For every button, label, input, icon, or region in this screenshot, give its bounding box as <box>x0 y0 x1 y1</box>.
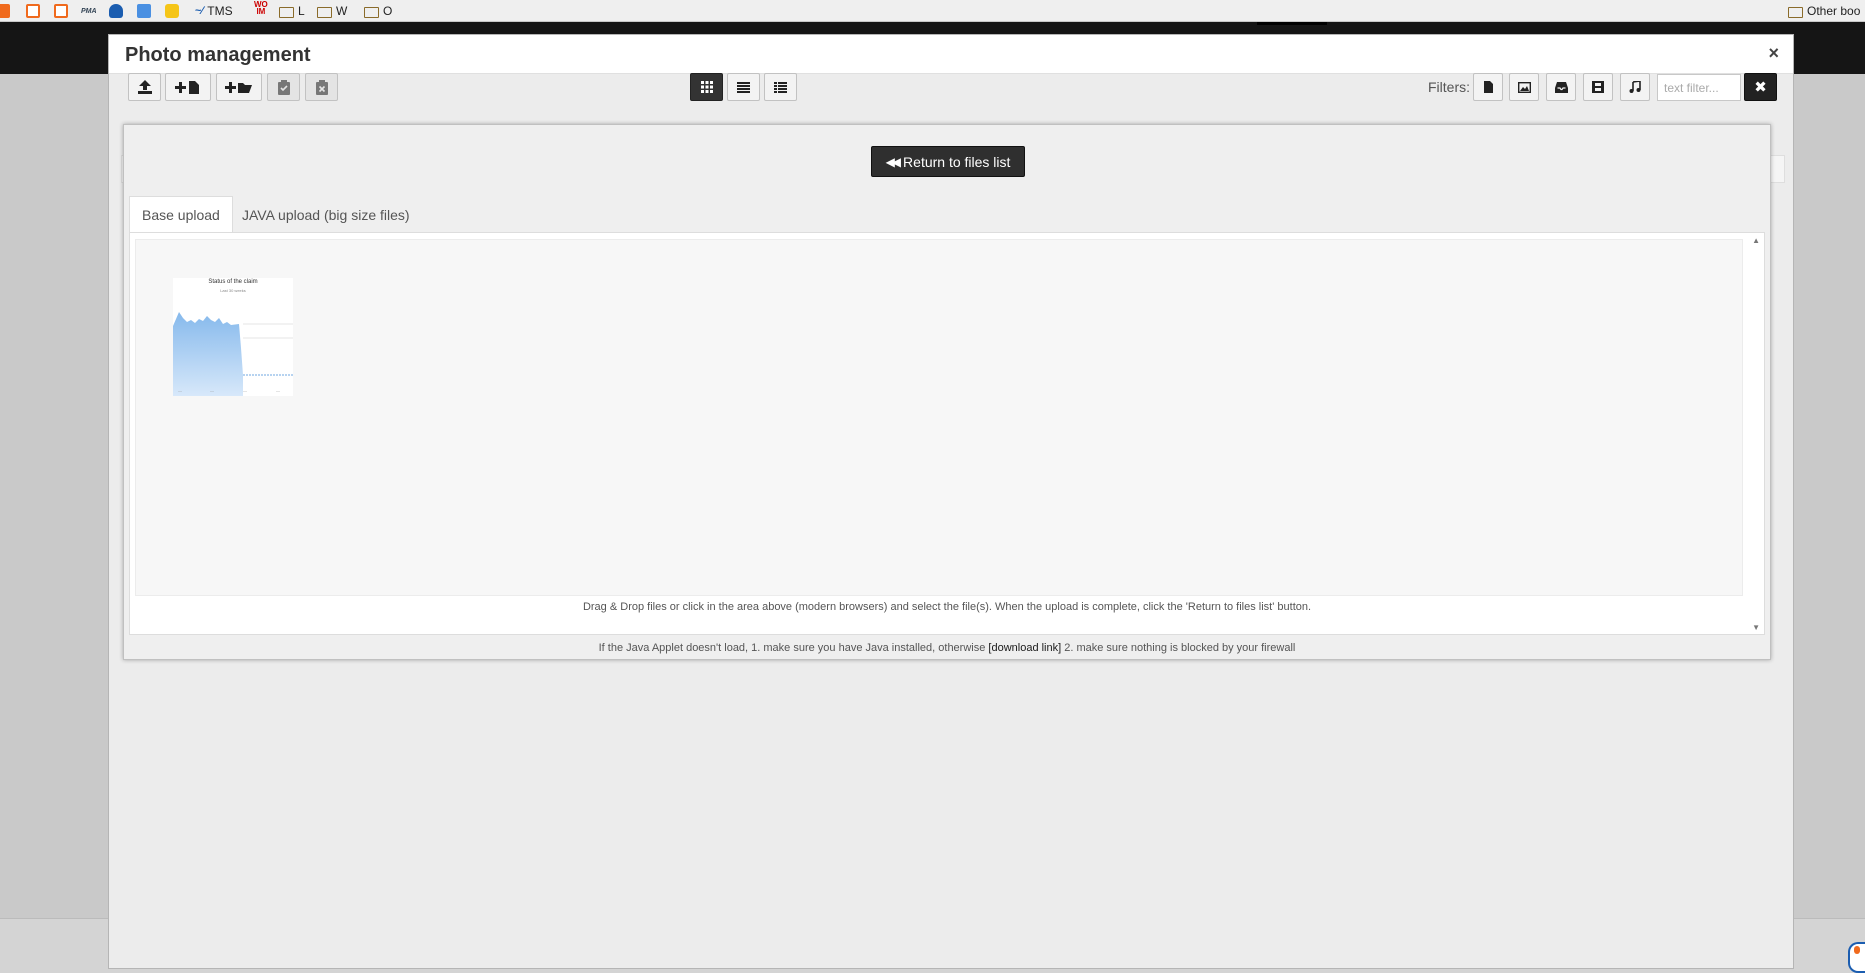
bookmark-tms[interactable]: ~∕ TMS <box>195 3 233 19</box>
return-to-files-label: Return to files list <box>903 153 1011 170</box>
bookmark-orange-2[interactable] <box>26 3 40 19</box>
return-to-files-button[interactable]: ◀◀ Return to files list <box>871 146 1025 177</box>
bookmark-orange-1[interactable] <box>0 3 10 19</box>
translate-icon <box>137 4 151 18</box>
filter-video-button[interactable] <box>1583 73 1613 101</box>
filter-audio-button[interactable] <box>1620 73 1650 101</box>
uploaded-file-thumbnail[interactable]: Status of the claim Last 30 weeks — — — … <box>173 278 293 396</box>
folder-icon <box>317 6 332 18</box>
wo-icon-sub: IM <box>256 7 266 16</box>
filter-documents-button[interactable] <box>1473 73 1503 101</box>
folder-icon <box>1788 6 1803 18</box>
svg-text:—: — <box>243 388 247 393</box>
upload-panel: ◀◀ Return to files list Base upload JAVA… <box>123 124 1771 660</box>
music-icon <box>1629 81 1641 93</box>
scroll-up-arrow-icon[interactable]: ▲ <box>1752 236 1760 245</box>
thumbnail-area <box>173 312 243 396</box>
add-file-button[interactable] <box>165 73 211 101</box>
svg-text:—: — <box>178 388 182 393</box>
bookmark-translate[interactable] <box>137 3 151 19</box>
paste-button[interactable] <box>267 73 300 101</box>
add-folder-icon <box>225 82 252 93</box>
bookmark-orange-3[interactable] <box>54 3 68 19</box>
cloud-icon <box>109 4 123 18</box>
toolbar: Filters: ✖ <box>109 35 1793 111</box>
clipboard-remove-icon <box>315 79 328 95</box>
bookmark-keep[interactable] <box>165 3 179 19</box>
tab-content: Status of the claim Last 30 weeks — — — … <box>129 232 1765 635</box>
backward-icon: ◀◀ <box>885 154 902 169</box>
java-applet-note: If the Java Applet doesn't load, 1. make… <box>124 642 1770 654</box>
file-icon <box>1483 81 1493 93</box>
header-highlight <box>1257 22 1327 25</box>
clear-clipboard-button[interactable] <box>305 73 338 101</box>
java-note-text-2: 2. make sure nothing is blocked by your … <box>1061 642 1296 654</box>
bookmark-folder-w[interactable]: W <box>317 3 347 19</box>
bookmark-other[interactable]: Other boo <box>1788 3 1860 19</box>
bookmark-app-icon <box>54 4 68 18</box>
inbox-icon <box>1554 81 1568 93</box>
thumbnail-chart: — — — — <box>173 312 293 396</box>
bookmarks-bar: PMA ~∕ TMS WO IM L W O Other boo <box>0 0 1865 22</box>
browser-extension-badge[interactable] <box>1848 942 1865 973</box>
clipboard-check-icon <box>277 79 290 95</box>
folder-icon <box>364 6 379 18</box>
tab-base-upload[interactable]: Base upload <box>129 196 233 233</box>
svg-text:—: — <box>210 388 214 393</box>
image-icon <box>1517 81 1531 93</box>
java-note-text: If the Java Applet doesn't load, 1. make… <box>598 642 989 654</box>
add-folder-button[interactable] <box>216 73 262 101</box>
bookmark-onedrive[interactable] <box>109 3 123 19</box>
tms-icon: ~∕ <box>195 5 204 17</box>
upload-button[interactable] <box>128 73 161 101</box>
clear-filter-button[interactable]: ✖ <box>1744 73 1777 101</box>
bookmark-folder-l[interactable]: L <box>279 3 305 19</box>
bookmark-wo[interactable]: WO IM <box>254 1 268 17</box>
filter-archives-button[interactable] <box>1546 73 1576 101</box>
view-list-button[interactable] <box>727 73 760 101</box>
add-file-icon <box>175 81 199 94</box>
bookmark-pma[interactable]: PMA <box>81 3 97 19</box>
film-icon <box>1592 81 1604 93</box>
filters-label: Filters: <box>1428 79 1470 95</box>
text-filter-input[interactable] <box>1657 74 1741 101</box>
svg-text:—: — <box>276 388 280 393</box>
scroll-down-arrow-icon[interactable]: ▼ <box>1752 623 1760 632</box>
table-list-icon <box>774 81 787 93</box>
dropzone[interactable]: Status of the claim Last 30 weeks — — — … <box>135 239 1743 596</box>
upload-icon <box>137 80 152 94</box>
lightbulb-icon <box>165 4 179 18</box>
bookmark-folder-o[interactable]: O <box>364 3 392 19</box>
view-details-button[interactable] <box>764 73 797 101</box>
bookmark-app-icon <box>0 4 10 18</box>
pma-icon: PMA <box>81 7 97 15</box>
tab-java-upload[interactable]: JAVA upload (big size files) <box>230 196 422 233</box>
photo-management-modal: Photo management × Filters: text filter.… <box>108 34 1794 969</box>
upload-hint: Drag & Drop files or click in the area a… <box>582 601 1312 613</box>
java-download-link[interactable]: [download link] <box>988 642 1061 654</box>
list-icon <box>737 81 750 93</box>
bookmark-app-icon <box>26 4 40 18</box>
grid-icon <box>700 81 713 93</box>
filter-images-button[interactable] <box>1509 73 1539 101</box>
view-grid-button[interactable] <box>690 73 723 101</box>
folder-icon <box>279 6 294 18</box>
